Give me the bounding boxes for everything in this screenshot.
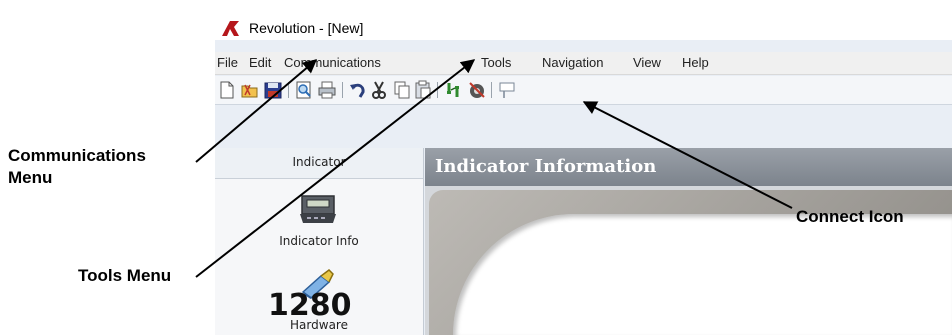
save-icon[interactable] — [263, 80, 283, 100]
undo-icon[interactable] — [348, 80, 368, 100]
weight-readout: 1280 — [268, 288, 352, 323]
menu-file[interactable]: File — [217, 55, 238, 70]
window-title: Revolution - [New] — [249, 20, 364, 36]
sidebar-item-label: Indicator Info — [279, 234, 359, 248]
callout-communications-menu: Communications Menu — [8, 145, 146, 189]
new-file-icon[interactable] — [217, 80, 237, 100]
disconnect-icon[interactable] — [467, 80, 487, 100]
callout-tools-menu: Tools Menu — [78, 266, 172, 285]
callout-connect-icon: Connect Icon — [796, 207, 904, 226]
toolbar-separator — [437, 82, 438, 98]
sidebar-item-indicator-info[interactable]: Indicator Info — [215, 192, 423, 254]
menu-help[interactable]: Help — [682, 55, 709, 70]
toolbar-separator — [491, 82, 492, 98]
menu-view[interactable]: View — [633, 55, 661, 70]
callout-communications-line2: Menu — [8, 168, 53, 187]
connect-icon[interactable] — [444, 80, 464, 100]
menu-bar: File Edit Communications Tools Navigatio… — [215, 52, 952, 75]
menu-edit[interactable]: Edit — [249, 55, 271, 70]
print-preview-icon[interactable] — [294, 80, 314, 100]
print-icon[interactable] — [317, 80, 337, 100]
menu-navigation[interactable]: Navigation — [542, 55, 603, 70]
cut-icon[interactable] — [369, 80, 389, 100]
toolbar-separator — [342, 82, 343, 98]
revolution-logo-icon — [222, 21, 239, 36]
indicator-display — [453, 214, 952, 335]
menu-tools[interactable]: Tools — [481, 55, 511, 70]
callout-communications-line1: Communications — [8, 146, 146, 165]
title-bar: Revolution - [New] — [215, 0, 952, 40]
copy-icon[interactable] — [392, 80, 412, 100]
main-header: Indicator Information — [425, 148, 952, 186]
page-title: Indicator Information — [435, 156, 657, 177]
open-folder-icon[interactable] — [240, 80, 260, 100]
sidebar-header: Indicator — [215, 148, 423, 179]
indicator-icon — [300, 195, 336, 223]
toolbar-separator — [288, 82, 289, 98]
sidebar-header-label: Indicator — [292, 155, 346, 169]
send-icon[interactable] — [497, 80, 517, 100]
toolbar — [215, 76, 952, 105]
paste-icon[interactable] — [413, 80, 433, 100]
menu-communications[interactable]: Communications — [284, 55, 381, 70]
